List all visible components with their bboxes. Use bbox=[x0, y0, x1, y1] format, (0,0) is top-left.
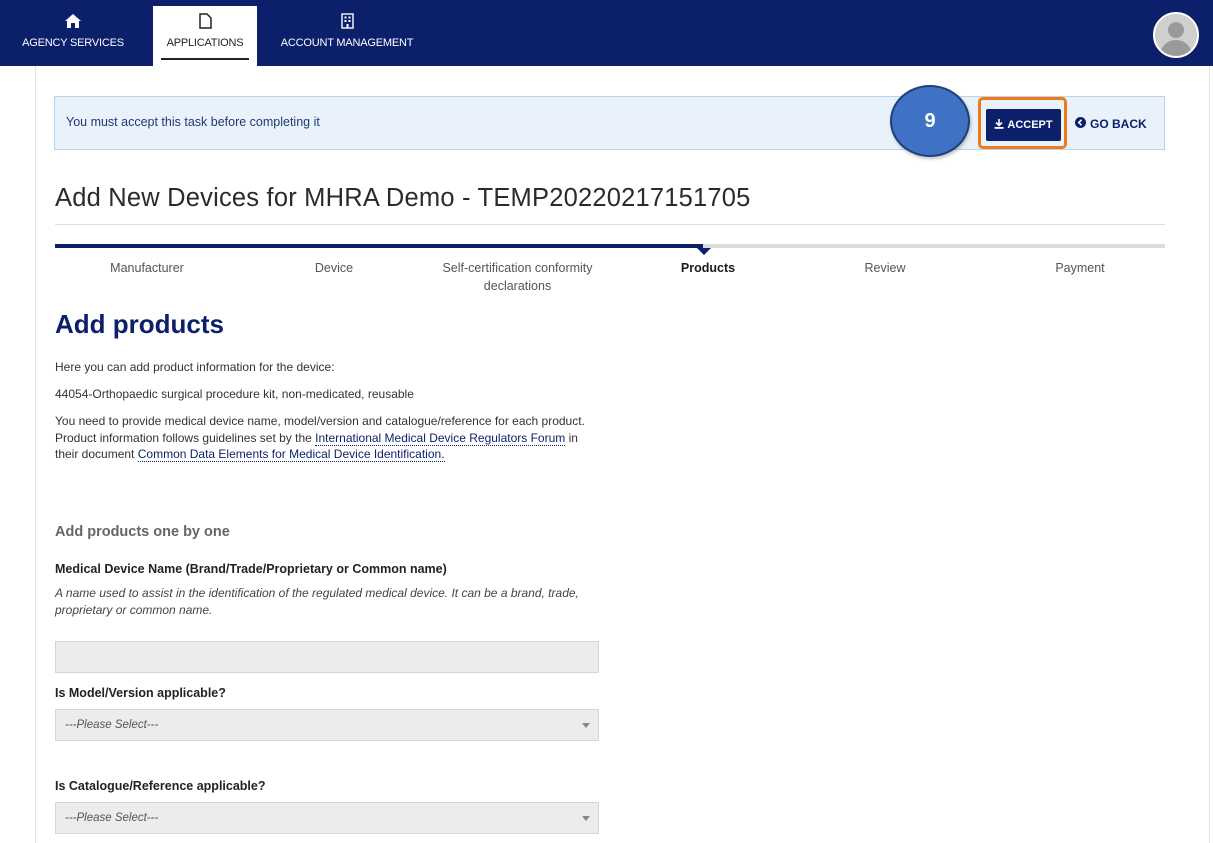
device-name-text: 44054-Orthopaedic surgical procedure kit… bbox=[55, 387, 414, 401]
guideline-paragraph: You need to provide medical device name,… bbox=[55, 413, 585, 463]
model-version-select[interactable]: ---Please Select--- bbox=[55, 709, 599, 741]
document-icon bbox=[198, 10, 212, 32]
catalogue-reference-select[interactable]: ---Please Select--- bbox=[55, 802, 599, 834]
active-tab-underline bbox=[161, 58, 249, 60]
top-navigation-bar: AGENCY SERVICES APPLICATIONS ACCOUNT MAN… bbox=[0, 0, 1213, 66]
device-name-label: Medical Device Name (Brand/Trade/Proprie… bbox=[55, 562, 447, 576]
subsection-title: Add products one by one bbox=[55, 524, 230, 540]
step-review[interactable]: Review bbox=[813, 259, 957, 277]
device-name-input[interactable] bbox=[55, 641, 599, 673]
stepper-current-pointer bbox=[697, 248, 711, 255]
nav-applications[interactable]: APPLICATIONS bbox=[153, 6, 257, 66]
model-version-selected: ---Please Select--- bbox=[65, 719, 159, 731]
section-title: Add products bbox=[55, 309, 224, 339]
alert-message: You must accept this task before complet… bbox=[66, 115, 320, 129]
nav-agency-services[interactable]: AGENCY SERVICES bbox=[0, 6, 146, 62]
stepper-progress-complete bbox=[55, 244, 703, 248]
accept-label: ACCEPT bbox=[1007, 119, 1053, 131]
chevron-down-icon bbox=[582, 816, 590, 821]
accept-button[interactable]: ACCEPT bbox=[986, 109, 1061, 141]
nav-label-account-management: ACCOUNT MANAGEMENT bbox=[280, 37, 414, 49]
building-icon bbox=[340, 10, 354, 32]
step-self-certification[interactable]: Self-certification conformity declaratio… bbox=[440, 259, 595, 295]
imdrf-link[interactable]: International Medical Device Regulators … bbox=[315, 430, 566, 446]
nav-label-agency-services: AGENCY SERVICES bbox=[22, 37, 124, 49]
intro-text: Here you can add product information for… bbox=[55, 360, 335, 374]
go-back-link[interactable]: GO BACK bbox=[1075, 117, 1147, 131]
step-products[interactable]: Products bbox=[636, 259, 780, 277]
stepper-progress-remaining bbox=[703, 244, 1165, 248]
home-icon bbox=[65, 10, 81, 32]
user-avatar-icon[interactable] bbox=[1153, 12, 1199, 58]
title-divider bbox=[55, 224, 1165, 225]
model-version-label: Is Model/Version applicable? bbox=[55, 686, 226, 700]
nav-account-management[interactable]: ACCOUNT MANAGEMENT bbox=[264, 6, 430, 62]
go-back-label: GO BACK bbox=[1090, 117, 1147, 131]
step-products-label: Products bbox=[680, 261, 736, 275]
page-title: Add New Devices for MHRA Demo - TEMP2022… bbox=[55, 184, 751, 212]
step-manufacturer[interactable]: Manufacturer bbox=[75, 259, 219, 277]
device-name-hint: A name used to assist in the identificat… bbox=[55, 586, 579, 617]
arrow-circle-left-icon bbox=[1075, 117, 1086, 131]
step-device[interactable]: Device bbox=[262, 259, 406, 277]
catalogue-reference-selected: ---Please Select--- bbox=[65, 812, 159, 824]
chevron-down-icon bbox=[582, 723, 590, 728]
download-icon bbox=[994, 118, 1004, 132]
step-payment[interactable]: Payment bbox=[1008, 259, 1152, 277]
catalogue-reference-label: Is Catalogue/Reference applicable? bbox=[55, 779, 266, 793]
common-data-elements-link[interactable]: Common Data Elements for Medical Device … bbox=[137, 447, 445, 462]
nav-label-applications: APPLICATIONS bbox=[166, 37, 244, 49]
tutorial-step-marker: 9 bbox=[890, 85, 970, 157]
